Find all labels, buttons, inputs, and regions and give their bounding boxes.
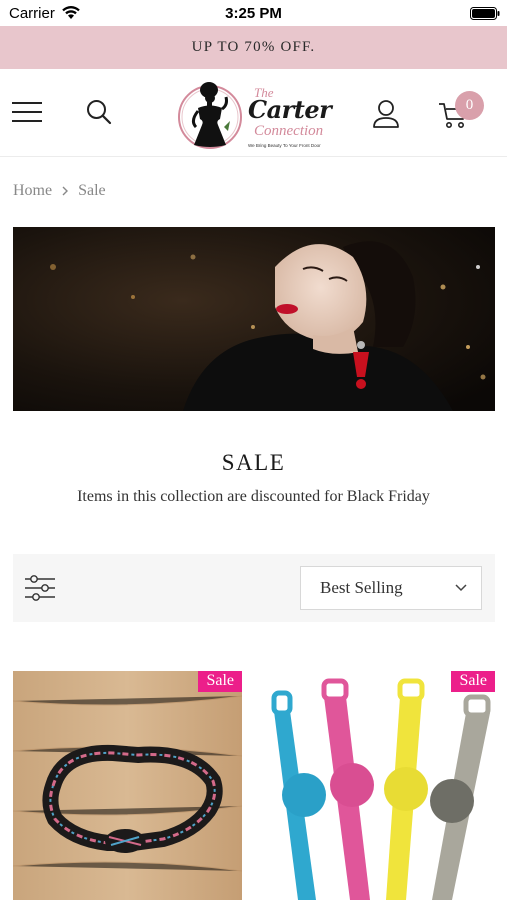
breadcrumb: Home Sale — [13, 182, 106, 200]
site-header: The Carter Connection We Bring Beauty To… — [0, 69, 507, 157]
account-icon[interactable] — [372, 99, 400, 129]
collection-title: SALE — [221, 450, 286, 475]
search-icon[interactable] — [86, 99, 112, 125]
collection-banner-image — [13, 227, 495, 411]
store-logo[interactable]: The Carter Connection We Bring Beauty To… — [176, 71, 332, 155]
logo-text-carter: Carter — [248, 95, 332, 124]
collection-toolbar: Best Selling — [13, 554, 495, 622]
promo-banner[interactable]: UP TO 70% OFF. — [0, 26, 507, 69]
collection-description: Items in this collection are discounted … — [77, 488, 430, 505]
product-image[interactable] — [13, 671, 242, 900]
chevron-down-icon — [455, 584, 467, 592]
breadcrumb-current: Sale — [78, 182, 106, 199]
filter-icon[interactable] — [25, 574, 55, 602]
sale-badge: Sale — [451, 671, 495, 692]
chevron-right-icon — [62, 186, 69, 196]
status-bar: Carrier 3:25 PM — [0, 0, 507, 26]
menu-icon[interactable] — [12, 101, 44, 123]
sale-badge: Sale — [198, 671, 242, 692]
product-card-wristbands[interactable]: Sale — [266, 671, 495, 900]
product-image[interactable] — [266, 671, 495, 900]
cart-count-badge[interactable]: 0 — [455, 91, 484, 120]
battery-icon — [470, 7, 500, 20]
breadcrumb-home-link[interactable]: Home — [13, 182, 52, 200]
sort-select[interactable]: Best Selling — [300, 566, 482, 610]
logo-emblem-icon — [178, 82, 242, 149]
logo-tagline: We Bring Beauty To Your Front Door — [248, 143, 321, 148]
logo-text-connection: Connection — [254, 123, 324, 139]
product-card-headband[interactable]: Sale — [13, 671, 242, 900]
sort-select-value: Best Selling — [320, 578, 403, 597]
clock: 3:25 PM — [225, 5, 282, 22]
